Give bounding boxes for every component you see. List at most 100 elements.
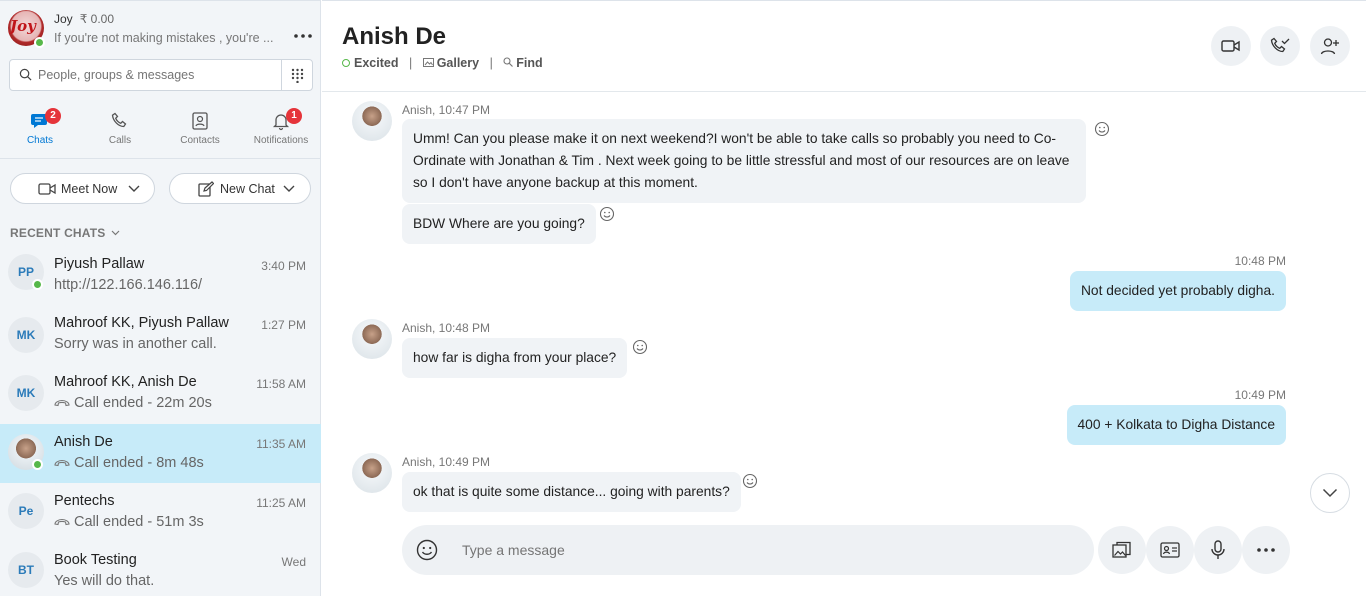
more-options-button[interactable] — [293, 28, 313, 39]
phone-icon — [111, 112, 127, 128]
chats-unread-badge: 2 — [45, 108, 61, 124]
chat-preview: Call ended - 51m 3s — [74, 514, 204, 530]
tab-contacts-label: Contacts — [180, 135, 220, 146]
new-chat-label: New Chat — [220, 182, 275, 196]
chat-time: 1:27 PM — [261, 318, 306, 332]
avatar: BT — [8, 552, 44, 588]
voice-message-button[interactable] — [1194, 526, 1242, 574]
sender-avatar[interactable] — [352, 453, 392, 493]
recent-chats-header[interactable]: RECENT CHATS — [10, 226, 120, 240]
dialpad-button[interactable] — [281, 60, 313, 90]
search-icon — [503, 57, 514, 67]
share-contact-button[interactable] — [1146, 526, 1194, 574]
message-incoming[interactable]: BDW Where are you going? — [402, 204, 596, 244]
emoji-reaction-icon[interactable] — [599, 206, 615, 222]
nav-tabs: Chats 2 Calls Contacts Notifications 1 — [0, 105, 321, 155]
new-chat-button[interactable]: New Chat — [169, 173, 311, 204]
media-icon — [1112, 541, 1131, 558]
emoji-reaction-icon[interactable] — [1094, 121, 1110, 137]
profile-mood-message[interactable]: If you're not making mistakes , you're .… — [54, 31, 284, 45]
contacts-icon — [192, 112, 208, 130]
chat-item[interactable]: MK Mahroof KK, Piyush Pallaw 1:27 PM Sor… — [0, 305, 321, 364]
message-time: 10:48 PM — [1234, 254, 1286, 268]
microphone-icon — [1211, 540, 1225, 559]
message-meta: Anish, 10:48 PM — [402, 321, 491, 335]
chat-time: 11:35 AM — [256, 437, 306, 451]
video-call-button[interactable] — [1211, 26, 1251, 66]
more-icon — [294, 34, 312, 38]
chat-item[interactable]: MK Mahroof KK, Anish De 11:58 AM Call en… — [0, 364, 321, 423]
find-label: Find — [516, 56, 543, 70]
divider — [0, 158, 321, 159]
emoji-reaction-icon[interactable] — [632, 339, 648, 355]
emoji-icon[interactable] — [416, 539, 438, 561]
profile-credit[interactable]: ₹ 0.00 — [80, 12, 114, 26]
contact-card-icon — [1160, 542, 1180, 558]
recent-chats-label: RECENT CHATS — [10, 226, 106, 240]
message-outgoing[interactable]: 400 + Kolkata to Digha Distance — [1066, 405, 1286, 445]
search-icon — [19, 68, 32, 81]
recent-chats-list: PP Piyush Pallaw 3:40 PM http://122.166.… — [0, 254, 321, 596]
chat-time: 11:58 AM — [256, 377, 306, 391]
call-ended-icon — [54, 519, 70, 526]
chat-name: Book Testing — [54, 552, 137, 568]
gallery-label: Gallery — [436, 56, 480, 70]
message-input[interactable] — [462, 525, 1062, 575]
sidebar: Joy Joy ₹ 0.00 If you're not making mista… — [0, 0, 321, 596]
notifications-badge: 1 — [286, 108, 302, 124]
avatar: Pe — [8, 493, 44, 529]
more-composer-options-button[interactable] — [1242, 526, 1290, 574]
add-person-icon — [1320, 38, 1339, 55]
add-people-button[interactable] — [1310, 26, 1350, 66]
call-ended-icon — [54, 460, 70, 467]
chat-name: Mahroof KK, Anish De — [54, 374, 197, 390]
message-meta: Anish, 10:47 PM — [402, 103, 491, 117]
gallery-link[interactable]: Gallery — [422, 56, 483, 70]
phone-dropdown-icon — [1270, 37, 1290, 53]
chevron-down-icon — [1322, 488, 1338, 498]
meet-now-button[interactable]: Meet Now — [10, 173, 155, 204]
chat-name: Anish De — [54, 434, 113, 450]
chevron-down-icon — [111, 230, 120, 236]
sender-avatar[interactable] — [352, 101, 392, 141]
message-incoming[interactable]: how far is digha from your place? — [402, 338, 628, 378]
send-media-button[interactable] — [1098, 526, 1146, 574]
audio-call-button[interactable] — [1260, 26, 1300, 66]
meet-now-label: Meet Now — [61, 182, 118, 196]
sender-avatar[interactable] — [352, 319, 392, 359]
tab-calls[interactable]: Calls — [80, 105, 160, 155]
message-meta: Anish, 10:49 PM — [402, 455, 491, 469]
profile-header[interactable]: Joy Joy ₹ 0.00 If you're not making mista… — [8, 10, 312, 50]
chat-time: Wed — [281, 555, 306, 569]
chat-item[interactable]: BT Book Testing Wed Yes will do that. — [0, 542, 321, 596]
search-input[interactable] — [38, 60, 278, 90]
message-incoming[interactable]: Umm! Can you please make it on next week… — [402, 119, 1086, 203]
mood-status: Excited — [354, 56, 399, 70]
message-composer — [402, 525, 1094, 575]
find-link[interactable]: Find — [503, 56, 543, 70]
message-time: 10:49 PM — [1234, 388, 1286, 402]
chevron-down-icon — [283, 185, 295, 192]
call-ended-icon — [54, 400, 70, 407]
chat-item-active[interactable]: Anish De 11:35 AM Call ended - 8m 48s — [0, 424, 321, 483]
chat-preview: Sorry was in another call. — [54, 336, 217, 352]
conversation-panel: Anish De Excited | Gallery | Find Anish,… — [322, 0, 1366, 596]
profile-name: Joy — [54, 12, 73, 26]
message-outgoing[interactable]: Not decided yet probably digha. — [1069, 271, 1286, 311]
emoji-reaction-icon[interactable] — [742, 473, 758, 489]
tab-contacts[interactable]: Contacts — [160, 105, 240, 155]
tab-notifications[interactable]: Notifications 1 — [241, 105, 321, 155]
presence-icon — [342, 59, 350, 67]
video-camera-icon — [1221, 40, 1240, 52]
video-call-icon — [38, 183, 56, 195]
chat-time: 3:40 PM — [261, 259, 306, 273]
chat-name: Mahroof KK, Piyush Pallaw — [54, 315, 229, 331]
tab-notifications-label: Notifications — [253, 135, 309, 146]
chat-name: Piyush Pallaw — [54, 256, 145, 272]
gallery-icon — [422, 58, 434, 67]
conversation-title[interactable]: Anish De — [342, 23, 446, 51]
tab-chats[interactable]: Chats 2 — [0, 105, 80, 155]
message-incoming[interactable]: ok that is quite some distance... going … — [402, 472, 741, 512]
chat-item[interactable]: Pe Pentechs 11:25 AM Call ended - 51m 3s — [0, 483, 321, 542]
scroll-to-bottom-button[interactable] — [1310, 473, 1350, 513]
